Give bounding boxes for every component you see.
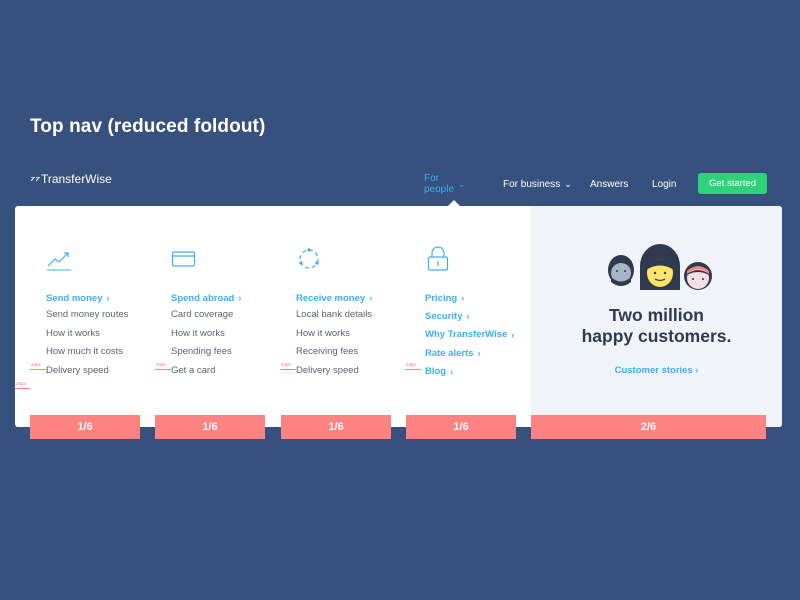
get-started-button[interactable]: Get started (698, 173, 767, 194)
chevron-right-icon: › (477, 348, 481, 359)
spacing-marker (155, 369, 171, 370)
menu-item[interactable]: How it works (171, 328, 291, 342)
spacing-marker (30, 369, 46, 370)
menu-item[interactable]: How it works (296, 328, 416, 342)
logo-text: TransferWise (40, 172, 112, 186)
spend-abroad-link[interactable]: Spend abroad › (171, 291, 291, 305)
spacing-annotation: 24px (16, 381, 26, 386)
lock-icon (425, 246, 451, 272)
receive-money-link[interactable]: Receive money › (296, 291, 416, 305)
chevron-right-icon: › (106, 293, 110, 303)
menu-item[interactable]: How much it costs (46, 346, 166, 360)
grid-column-bar-wide: 2/6 (531, 415, 766, 439)
send-money-link[interactable]: Send money › (46, 291, 166, 305)
menu-item[interactable]: Local bank details (296, 309, 416, 323)
receive-money-label: Receive money (296, 292, 366, 304)
nav-answers[interactable]: Answers (590, 179, 628, 190)
logo-mark-icon: ⁷⁷ (30, 171, 40, 187)
chevron-right-icon: › (695, 365, 699, 375)
security-link[interactable]: Security › (425, 309, 545, 323)
menu-item[interactable]: Card coverage (171, 309, 291, 323)
chevron-down-icon: ⌄ (458, 178, 466, 189)
column-send-money: Send money › Send money routes How it wo… (46, 246, 166, 383)
menu-item[interactable]: Delivery speed (46, 365, 166, 379)
spacing-annotation: 24px (281, 362, 291, 367)
card-icon (171, 246, 197, 272)
menu-item[interactable]: Delivery speed (296, 365, 416, 379)
nav-for-business-label: For business (503, 178, 561, 190)
chevron-right-icon: › (461, 293, 465, 303)
why-transferwise-label: Why TransferWise (425, 329, 508, 341)
rate-alerts-link[interactable]: Rate alerts › (425, 346, 545, 360)
spacing-annotation: 24px (31, 362, 41, 367)
security-label: Security (425, 310, 463, 322)
promo-title-line-2: happy customers. (581, 326, 732, 346)
customer-stories-label: Customer stories (614, 365, 693, 376)
pricing-link[interactable]: Pricing › (425, 291, 545, 305)
nav-for-people-label: For people (424, 173, 455, 195)
customer-avatars-illustration (604, 244, 714, 294)
chevron-right-icon: › (238, 293, 242, 303)
rate-alerts-label: Rate alerts (425, 347, 474, 359)
promo-title: Two million happy customers. (531, 305, 782, 347)
menu-item[interactable]: Spending fees (171, 346, 291, 360)
pricing-label: Pricing (425, 292, 458, 304)
spend-abroad-label: Spend abroad (171, 292, 235, 304)
menu-item[interactable]: Send money routes (46, 309, 166, 323)
spacing-annotation: 24px (156, 362, 166, 367)
blog-label: Blog (425, 366, 447, 378)
send-money-label: Send money (46, 292, 103, 304)
nav-for-people[interactable]: For people ⌄ (424, 173, 466, 195)
promo-title-line-1: Two million (609, 305, 704, 325)
page-title: Top nav (reduced foldout) (30, 116, 266, 137)
blog-link[interactable]: Blog › (425, 365, 545, 379)
column-receive-money: Receive money › Local bank details How i… (296, 246, 416, 383)
chevron-right-icon: › (450, 366, 454, 377)
receive-icon (296, 246, 322, 272)
chevron-right-icon: › (466, 311, 470, 322)
transferwise-logo[interactable]: ⁷⁷ TransferWise (30, 172, 112, 186)
grid-column-bar: 1/6 (406, 415, 516, 439)
chevron-right-icon: › (511, 329, 515, 340)
chevron-down-icon: ⌄ (564, 178, 572, 189)
spacing-marker (15, 388, 30, 389)
column-spend-abroad: Spend abroad › Card coverage How it work… (171, 246, 291, 383)
grid-column-bar: 1/6 (155, 415, 265, 439)
spacing-marker (405, 369, 421, 370)
spacing-marker (280, 369, 296, 370)
foldout-panel: Send money › Send money routes How it wo… (15, 206, 782, 427)
menu-item[interactable]: Receiving fees (296, 346, 416, 360)
why-transferwise-link[interactable]: Why TransferWise › (425, 328, 545, 342)
trending-up-icon (46, 246, 72, 272)
customer-stories-link[interactable]: Customer stories › (531, 365, 782, 376)
nav-login[interactable]: Login (652, 179, 676, 190)
menu-item[interactable]: Get a card (171, 365, 291, 379)
menu-item[interactable]: How it works (46, 328, 166, 342)
spacing-annotation: 24px (406, 362, 416, 367)
nav-for-business[interactable]: For business ⌄ (503, 179, 572, 190)
grid-column-bar: 1/6 (30, 415, 140, 439)
column-pricing: Pricing › Security › Why TransferWise › … (425, 246, 545, 383)
grid-column-bar: 1/6 (281, 415, 391, 439)
chevron-right-icon: › (369, 293, 373, 303)
